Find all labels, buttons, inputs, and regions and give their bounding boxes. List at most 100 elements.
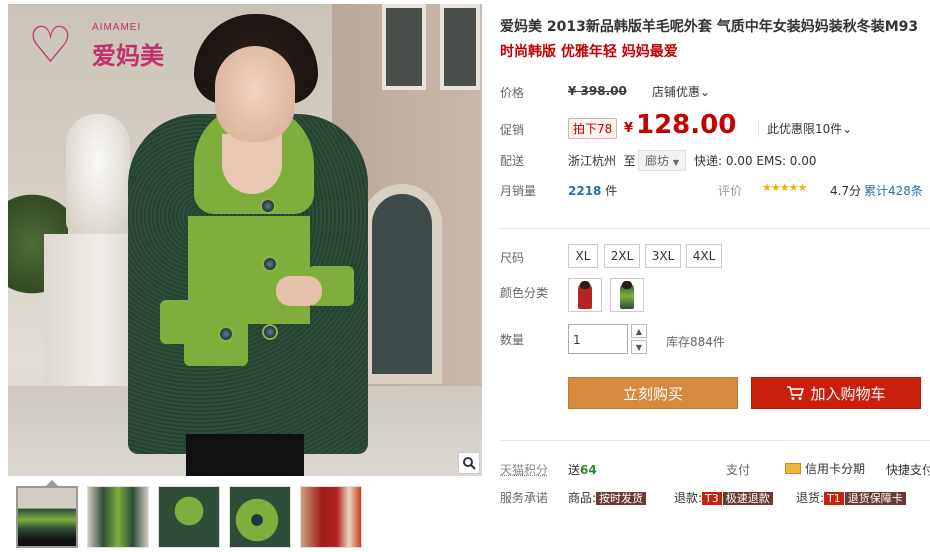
spinner-up-icon: ▲ xyxy=(635,326,643,336)
zoom-button[interactable] xyxy=(458,452,480,474)
thumbnail-5[interactable] xyxy=(300,486,362,548)
thumbnail-4[interactable] xyxy=(229,486,291,548)
size-option-3xl[interactable]: 3XL xyxy=(645,244,681,268)
coat-button xyxy=(262,324,278,340)
spinner-down-icon: ▼ xyxy=(635,342,643,352)
brand-name-cn: 爱妈美 xyxy=(92,42,164,70)
service-return-text: 退货保障卡 xyxy=(844,492,906,505)
size-label: 尺码 xyxy=(500,251,525,265)
add-to-cart-label: 加入购物车 xyxy=(810,384,886,403)
size-option-xl[interactable]: XL xyxy=(568,244,598,268)
service-goods[interactable]: 商品: 按时发货 xyxy=(568,489,647,506)
service-refund[interactable]: 退款: T3 极速退款 xyxy=(674,489,773,506)
shipping-fee: 快递: 0.00 EMS: 0.00 xyxy=(694,154,817,168)
price-label: 价格 xyxy=(500,86,525,100)
product-subtitle: 时尚韩版 优雅年轻 妈妈最爱 xyxy=(500,44,678,60)
points-value: 64 xyxy=(580,463,597,477)
background-window xyxy=(440,4,480,90)
service-refund-tag: T3 xyxy=(702,492,722,505)
service-refund-text: 极速退款 xyxy=(722,492,773,505)
color-label: 颜色分类 xyxy=(500,286,549,300)
brand-name-en: AIMAMEI xyxy=(92,22,142,33)
shipping-label: 配送 xyxy=(500,154,525,168)
product-title: 爱妈美 2013新品韩版羊毛呢外套 气质中年女装妈妈装秋冬装M93 xyxy=(500,19,919,35)
original-price: ¥ 398.00 xyxy=(568,84,627,98)
rating-stars-icon: ★★★★★ xyxy=(762,181,807,194)
color-swatch-red[interactable] xyxy=(568,278,602,312)
credit-installment-link[interactable]: 信用卡分期 xyxy=(785,460,865,477)
original-price-value: ¥ 398.00 xyxy=(568,84,627,98)
quantity-decrease-button[interactable]: ▼ xyxy=(631,340,647,354)
ship-to-city: 廊坊 xyxy=(645,154,670,168)
cart-icon xyxy=(787,386,805,400)
background-window xyxy=(382,4,426,90)
monthly-sales-label: 月销量 xyxy=(500,184,537,198)
promo-price: 128.00 xyxy=(636,110,737,140)
chevron-down-icon: ⌄ xyxy=(842,122,853,136)
review-count-link[interactable]: 累计428条 xyxy=(864,182,923,199)
thumbnail-2[interactable] xyxy=(87,486,149,548)
coat-button xyxy=(260,198,276,214)
coat-button xyxy=(262,256,278,272)
coat-pocket xyxy=(184,320,248,366)
size-option-4xl[interactable]: 4XL xyxy=(686,244,722,268)
quantity-label: 数量 xyxy=(500,333,525,347)
quantity-increase-button[interactable]: ▲ xyxy=(631,324,647,338)
quantity-input[interactable]: 1 xyxy=(568,324,628,354)
promo-label: 促销 xyxy=(500,123,525,137)
promo-tag: 拍下78 xyxy=(568,118,618,139)
model-pants xyxy=(186,434,304,476)
express-pay-link[interactable]: 快捷支付 xyxy=(886,461,930,478)
ship-to-prefix: 至 xyxy=(623,154,636,168)
chevron-down-icon: ⌄ xyxy=(700,85,711,99)
payment-label: 支付 xyxy=(726,463,751,477)
stock-count: 库存884件 xyxy=(666,335,725,349)
points-prefix: 送 xyxy=(568,463,581,477)
coat-button xyxy=(218,326,234,342)
model-face xyxy=(215,46,295,142)
service-goods-prefix: 商品: xyxy=(568,491,597,505)
main-product-image[interactable]: ♡ AIMAMEI 爱妈美 xyxy=(8,4,482,476)
thumbnail-1[interactable] xyxy=(16,486,78,548)
buy-now-label: 立刻购买 xyxy=(622,384,683,403)
model-hand xyxy=(276,276,322,306)
ship-to-select[interactable]: 廊坊 ▼ xyxy=(638,150,686,171)
monthly-sales-count: 2218 xyxy=(568,184,602,198)
review-label: 评价 xyxy=(718,184,743,198)
credit-installment-label: 信用卡分期 xyxy=(805,462,866,476)
product-gallery: ♡ AIMAMEI 爱妈美 xyxy=(8,4,482,548)
thumbnail-strip xyxy=(8,480,482,548)
brand-logo: ♡ AIMAMEI 爱妈美 xyxy=(28,16,178,76)
background-urn xyxy=(66,114,130,234)
promo-limit-text: 此优惠限10件 xyxy=(767,122,843,136)
heart-logo-icon: ♡ xyxy=(28,16,73,74)
store-promo-dropdown[interactable]: 店铺优惠⌄ xyxy=(652,83,710,100)
service-refund-prefix: 退款: xyxy=(674,491,703,505)
rating-score: 4.7分 xyxy=(830,184,862,198)
color-swatch-green[interactable] xyxy=(610,278,644,312)
add-to-cart-button[interactable]: 加入购物车 xyxy=(751,377,921,409)
zoom-icon xyxy=(463,457,476,470)
service-promise-label: 服务承诺 xyxy=(500,491,549,505)
monthly-sales-unit: 件 xyxy=(605,184,618,198)
service-return-tag: T1 xyxy=(824,492,844,505)
promo-currency: ¥ xyxy=(624,121,634,136)
tmall-points-label[interactable]: 天猫积分 xyxy=(500,461,548,478)
thumbnail-3[interactable] xyxy=(158,486,220,548)
tmall-points: 送64 xyxy=(568,461,597,478)
background-arch-door xyxy=(362,184,442,384)
service-goods-text: 按时发货 xyxy=(596,492,647,505)
store-promo-label: 店铺优惠 xyxy=(652,85,701,99)
promo-limit-dropdown[interactable]: 此优惠限10件⌄ xyxy=(758,120,852,137)
dropdown-arrow-icon: ▼ xyxy=(672,158,679,167)
size-option-2xl[interactable]: 2XL xyxy=(604,244,640,268)
service-return-prefix: 退货: xyxy=(796,491,825,505)
ship-from-city: 浙江杭州 xyxy=(568,154,617,168)
ship-from: 浙江杭州 至 xyxy=(568,152,636,169)
divider xyxy=(500,228,930,229)
monthly-sales: 2218 件 xyxy=(568,182,617,199)
service-return[interactable]: 退货: T1 退货保障卡 xyxy=(796,489,906,506)
buy-now-button[interactable]: 立刻购买 xyxy=(568,377,738,409)
divider xyxy=(500,440,930,441)
model-neck xyxy=(222,134,282,194)
